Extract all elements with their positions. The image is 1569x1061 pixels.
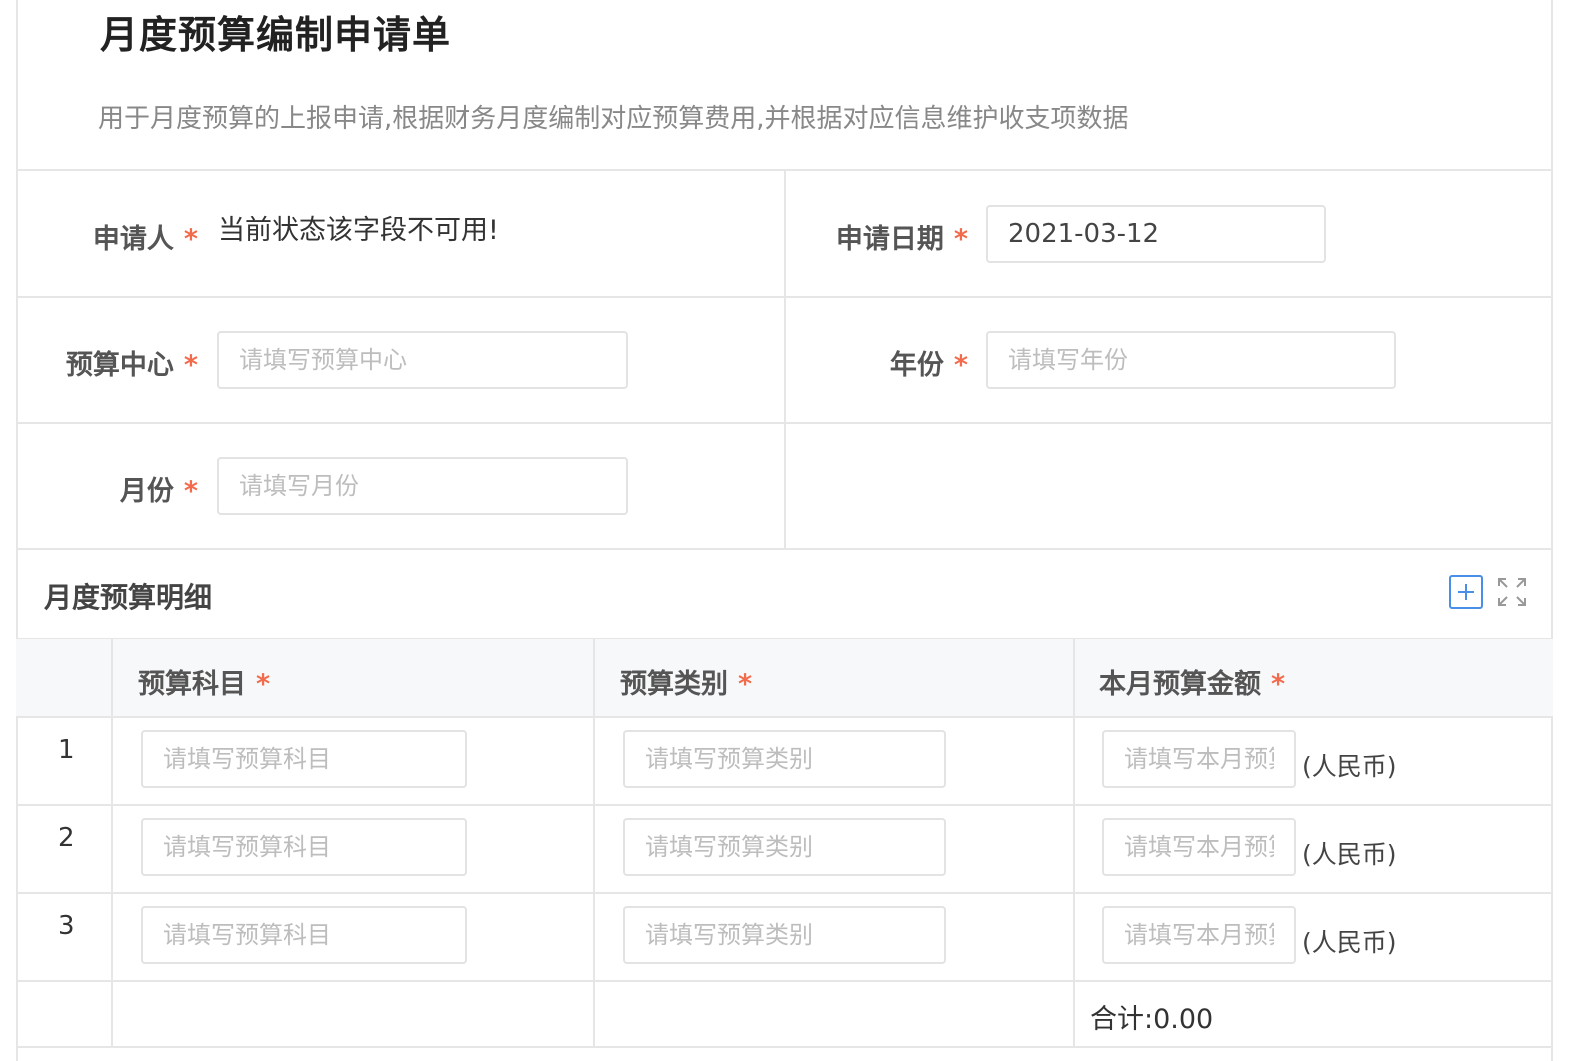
budget-center-input[interactable] (217, 331, 628, 389)
column-header-category-text: 预算类别 (620, 669, 728, 700)
budget-amount-input[interactable] (1102, 730, 1296, 788)
currency-unit: (人民币) (1302, 928, 1397, 957)
year-label-text: 年份 (889, 350, 944, 381)
column-header-amount-text: 本月预算金额 (1099, 669, 1261, 700)
required-mark: * (183, 476, 198, 507)
required-mark: * (1271, 669, 1286, 700)
budget-center-label-text: 预算中心 (65, 350, 174, 381)
row-index: 1 (58, 735, 75, 765)
budget-center-label: 预算中心 * (40, 343, 198, 382)
month-input[interactable] (217, 457, 628, 515)
applicant-label: 申请人 * (40, 217, 198, 256)
currency-unit: (人民币) (1302, 840, 1397, 869)
divider (16, 716, 1553, 718)
column-divider (593, 639, 595, 1048)
fullscreen-expand-icon[interactable] (1496, 576, 1528, 608)
detail-section-title: 月度预算明细 (44, 581, 213, 614)
budget-subject-input[interactable] (141, 730, 467, 788)
apply-date-label: 申请日期 * (780, 217, 968, 256)
divider (16, 804, 1553, 806)
required-mark: * (738, 669, 753, 700)
currency-unit: (人民币) (1302, 752, 1397, 781)
apply-date-label-text: 申请日期 (835, 224, 944, 255)
page-title: 月度预算编制申请单 (100, 13, 452, 57)
column-divider (1073, 639, 1075, 1048)
budget-subject-input[interactable] (141, 818, 467, 876)
total-amount: 合计:0.00 (1090, 1004, 1214, 1035)
budget-category-input[interactable] (623, 906, 946, 964)
row-index: 3 (58, 911, 75, 941)
column-header-subject: 预算科目 * (138, 662, 270, 701)
apply-date-field[interactable] (986, 205, 1326, 263)
required-mark: * (183, 224, 198, 255)
divider (16, 1046, 1553, 1048)
applicant-label-text: 申请人 (92, 224, 174, 255)
year-input[interactable] (986, 331, 1396, 389)
month-label: 月份 * (40, 469, 198, 508)
required-mark: * (256, 669, 271, 700)
divider (16, 980, 1553, 982)
budget-category-input[interactable] (623, 730, 946, 788)
budget-subject-input[interactable] (141, 906, 467, 964)
page-description: 用于月度预算的上报申请,根据财务月度编制对应预算费用,并根据对应信息维护收支项数… (98, 104, 1129, 134)
budget-category-input[interactable] (623, 818, 946, 876)
column-divider (111, 639, 113, 1048)
month-label-text: 月份 (119, 476, 174, 507)
row-index: 2 (58, 823, 75, 853)
plus-square-icon[interactable] (1449, 575, 1483, 609)
required-mark: * (183, 350, 198, 381)
column-header-subject-text: 预算科目 (138, 669, 246, 700)
column-header-category: 预算类别 * (620, 662, 752, 701)
required-mark: * (953, 224, 968, 255)
column-header-amount: 本月预算金额 * (1099, 662, 1285, 701)
applicant-value: 当前状态该字段不可用! (218, 215, 499, 246)
year-label: 年份 * (780, 343, 968, 382)
budget-amount-input[interactable] (1102, 818, 1296, 876)
required-mark: * (953, 350, 968, 381)
budget-amount-input[interactable] (1102, 906, 1296, 964)
divider (16, 892, 1553, 894)
